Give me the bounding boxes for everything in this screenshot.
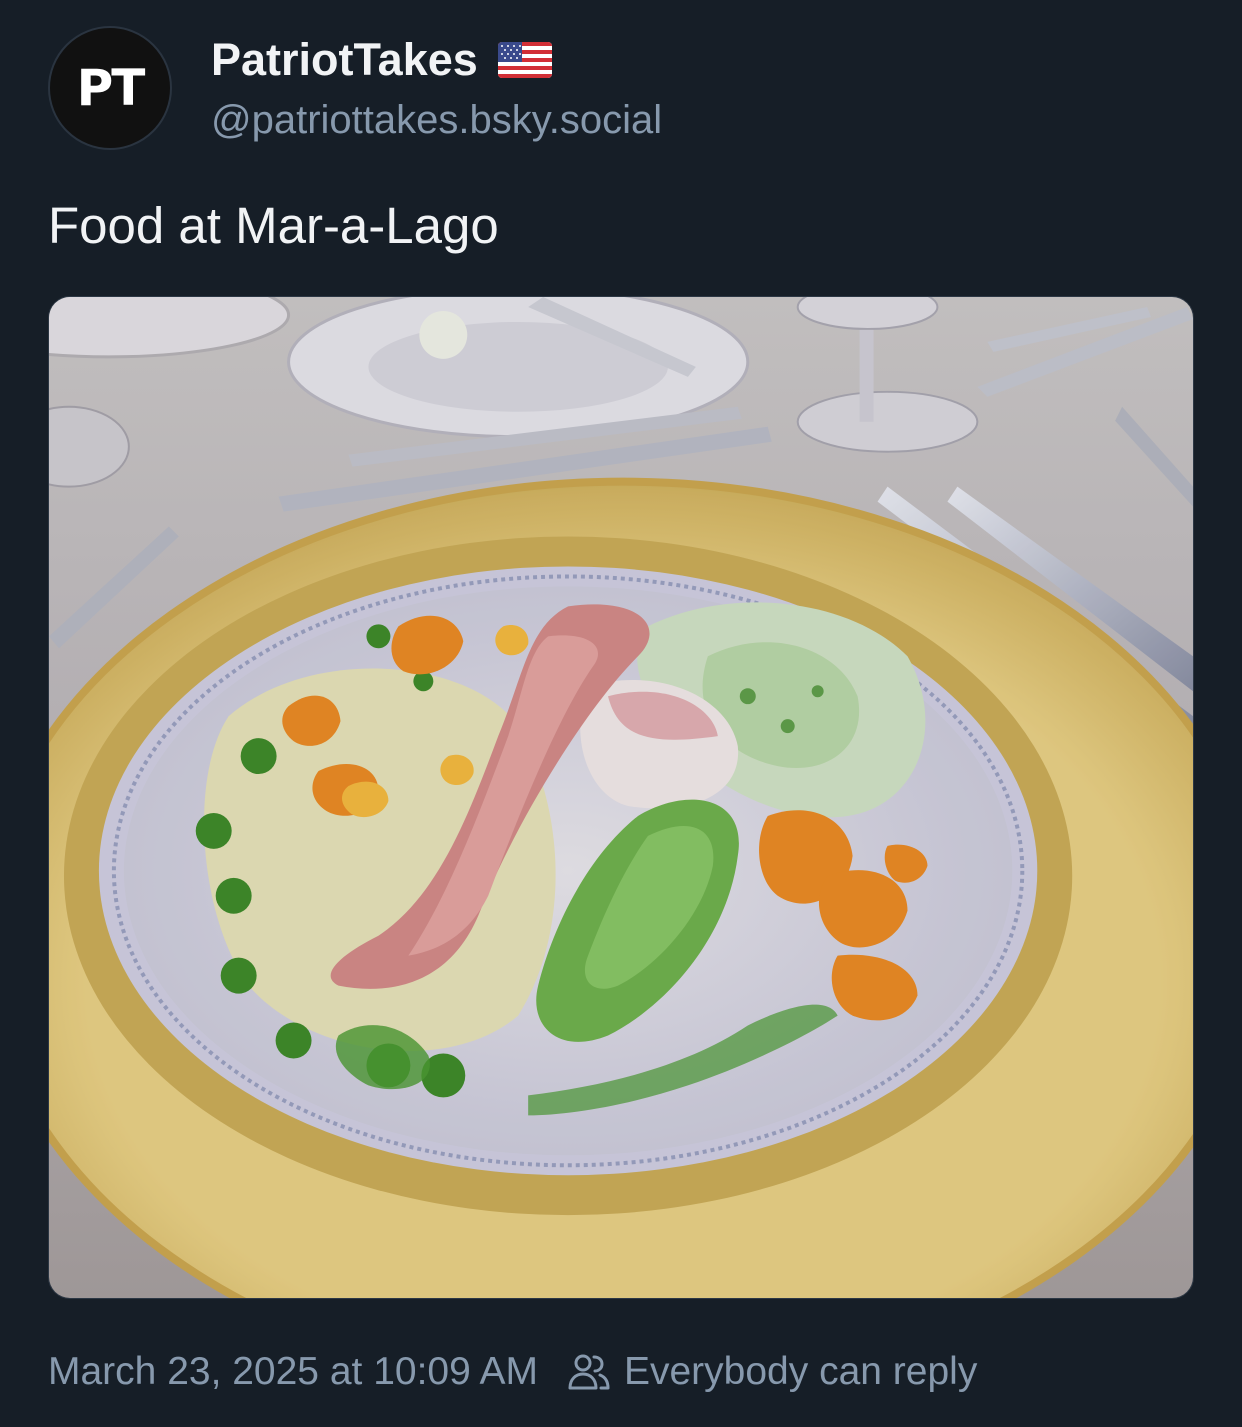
reply-setting-button[interactable]: Everybody can reply — [566, 1350, 977, 1394]
reply-setting-label: Everybody can reply — [623, 1350, 978, 1393]
post-text: Food at Mar-a-Lago — [48, 197, 499, 254]
author-name-row: PatriotTakes — [211, 34, 552, 86]
food-plate-photo — [49, 297, 1193, 1298]
post-timestamp[interactable]: March 23, 2025 at 10:09 AM — [48, 1350, 538, 1394]
avatar[interactable]: PT — [48, 26, 172, 150]
avatar-initials: PT — [76, 59, 146, 117]
post-meta: March 23, 2025 at 10:09 AM Everybody can… — [48, 1350, 977, 1394]
us-flag-icon — [497, 42, 552, 78]
author-display-name[interactable]: PatriotTakes — [211, 34, 478, 86]
people-icon — [568, 1354, 610, 1390]
post-thread-item: PT PatriotTakes @patriottakes.bsky.socia… — [0, 0, 1242, 1427]
post-image[interactable] — [48, 296, 1194, 1299]
author-handle[interactable]: @patriottakes.bsky.social — [211, 98, 662, 143]
